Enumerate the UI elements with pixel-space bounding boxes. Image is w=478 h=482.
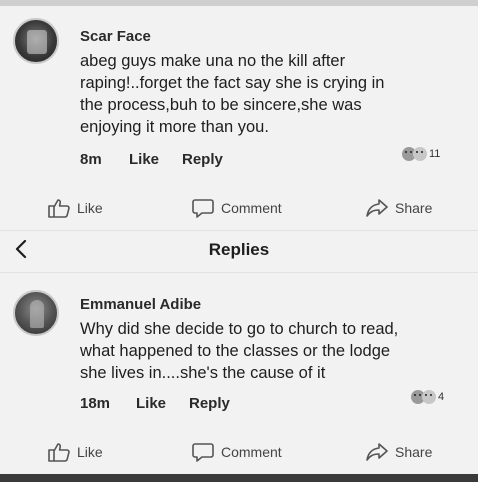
reply-author[interactable]: Emmanuel Adibe [80, 296, 201, 313]
section-divider [0, 230, 478, 231]
avatar-scar-face[interactable] [13, 18, 59, 64]
replies-title: Replies [208, 240, 270, 259]
like-label: Like [77, 200, 103, 216]
comment-reaction-count: 11 [429, 148, 441, 160]
reply-text: Why did she decide to go to church to re… [80, 318, 470, 384]
comment-line: abeg guys make una no the kill after [80, 52, 346, 70]
thumbs-up-icon [48, 443, 70, 462]
reply-reply-link[interactable]: Reply [189, 395, 230, 412]
share-button[interactable]: Share [365, 441, 432, 463]
comment-label: Comment [221, 200, 282, 216]
reply-reaction-count: 4 [438, 391, 445, 403]
share-label: Share [395, 444, 433, 460]
share-button[interactable]: Share [365, 197, 432, 219]
comment-line: raping!..forget the fact say she is cryi… [80, 74, 385, 92]
comment-button[interactable]: Comment [191, 441, 282, 463]
reply-meta: 18m Like Reply [80, 395, 230, 412]
like-button[interactable]: Like [47, 197, 103, 219]
comment-meta: 8m Like Reply [80, 151, 223, 168]
reply-line: Why did she decide to go to church to re… [80, 320, 399, 338]
reply-line: she lives in....she's the cause of it [80, 364, 326, 382]
avatar-image [30, 300, 44, 328]
avatar-image [27, 30, 47, 54]
comment-text: abeg guys make una no the kill after rap… [80, 50, 470, 138]
avatar-emmanuel-adibe[interactable] [13, 290, 59, 336]
share-label: Share [395, 200, 433, 216]
comment-like-link[interactable]: Like [129, 151, 182, 168]
share-arrow-icon [366, 199, 388, 217]
comment-time: 8m [80, 151, 102, 168]
reaction-emoji-icon [422, 390, 436, 404]
comment-label: Comment [221, 444, 282, 460]
comment-reactions[interactable]: 11 [402, 147, 440, 161]
comment-reply-link[interactable]: Reply [182, 151, 223, 168]
reply-reactions[interactable]: 4 [411, 390, 444, 404]
comment-bubble-icon [192, 199, 214, 218]
comment-line: enjoying it more than you. [80, 118, 269, 136]
reply-like-link[interactable]: Like [136, 395, 189, 412]
action-bar: Like Comment Share [0, 191, 478, 225]
replies-header: Replies [0, 236, 478, 268]
like-button[interactable]: Like [47, 441, 103, 463]
comment-line: the process,buh to be sincere,she was [80, 96, 362, 114]
reply-line: what happened to the classes or the lodg… [80, 342, 391, 360]
comment-author[interactable]: Scar Face [80, 28, 151, 45]
like-label: Like [77, 444, 103, 460]
reaction-emoji-icon [413, 147, 427, 161]
action-bar: Like Comment Share [0, 435, 478, 469]
comment-button[interactable]: Comment [191, 197, 282, 219]
comment-bubble-icon [192, 443, 214, 462]
bottom-border [0, 474, 478, 482]
reply-time: 18m [80, 395, 111, 412]
top-border [0, 0, 478, 6]
share-arrow-icon [366, 443, 388, 461]
thumbs-up-icon [48, 199, 70, 218]
header-divider [0, 272, 478, 273]
